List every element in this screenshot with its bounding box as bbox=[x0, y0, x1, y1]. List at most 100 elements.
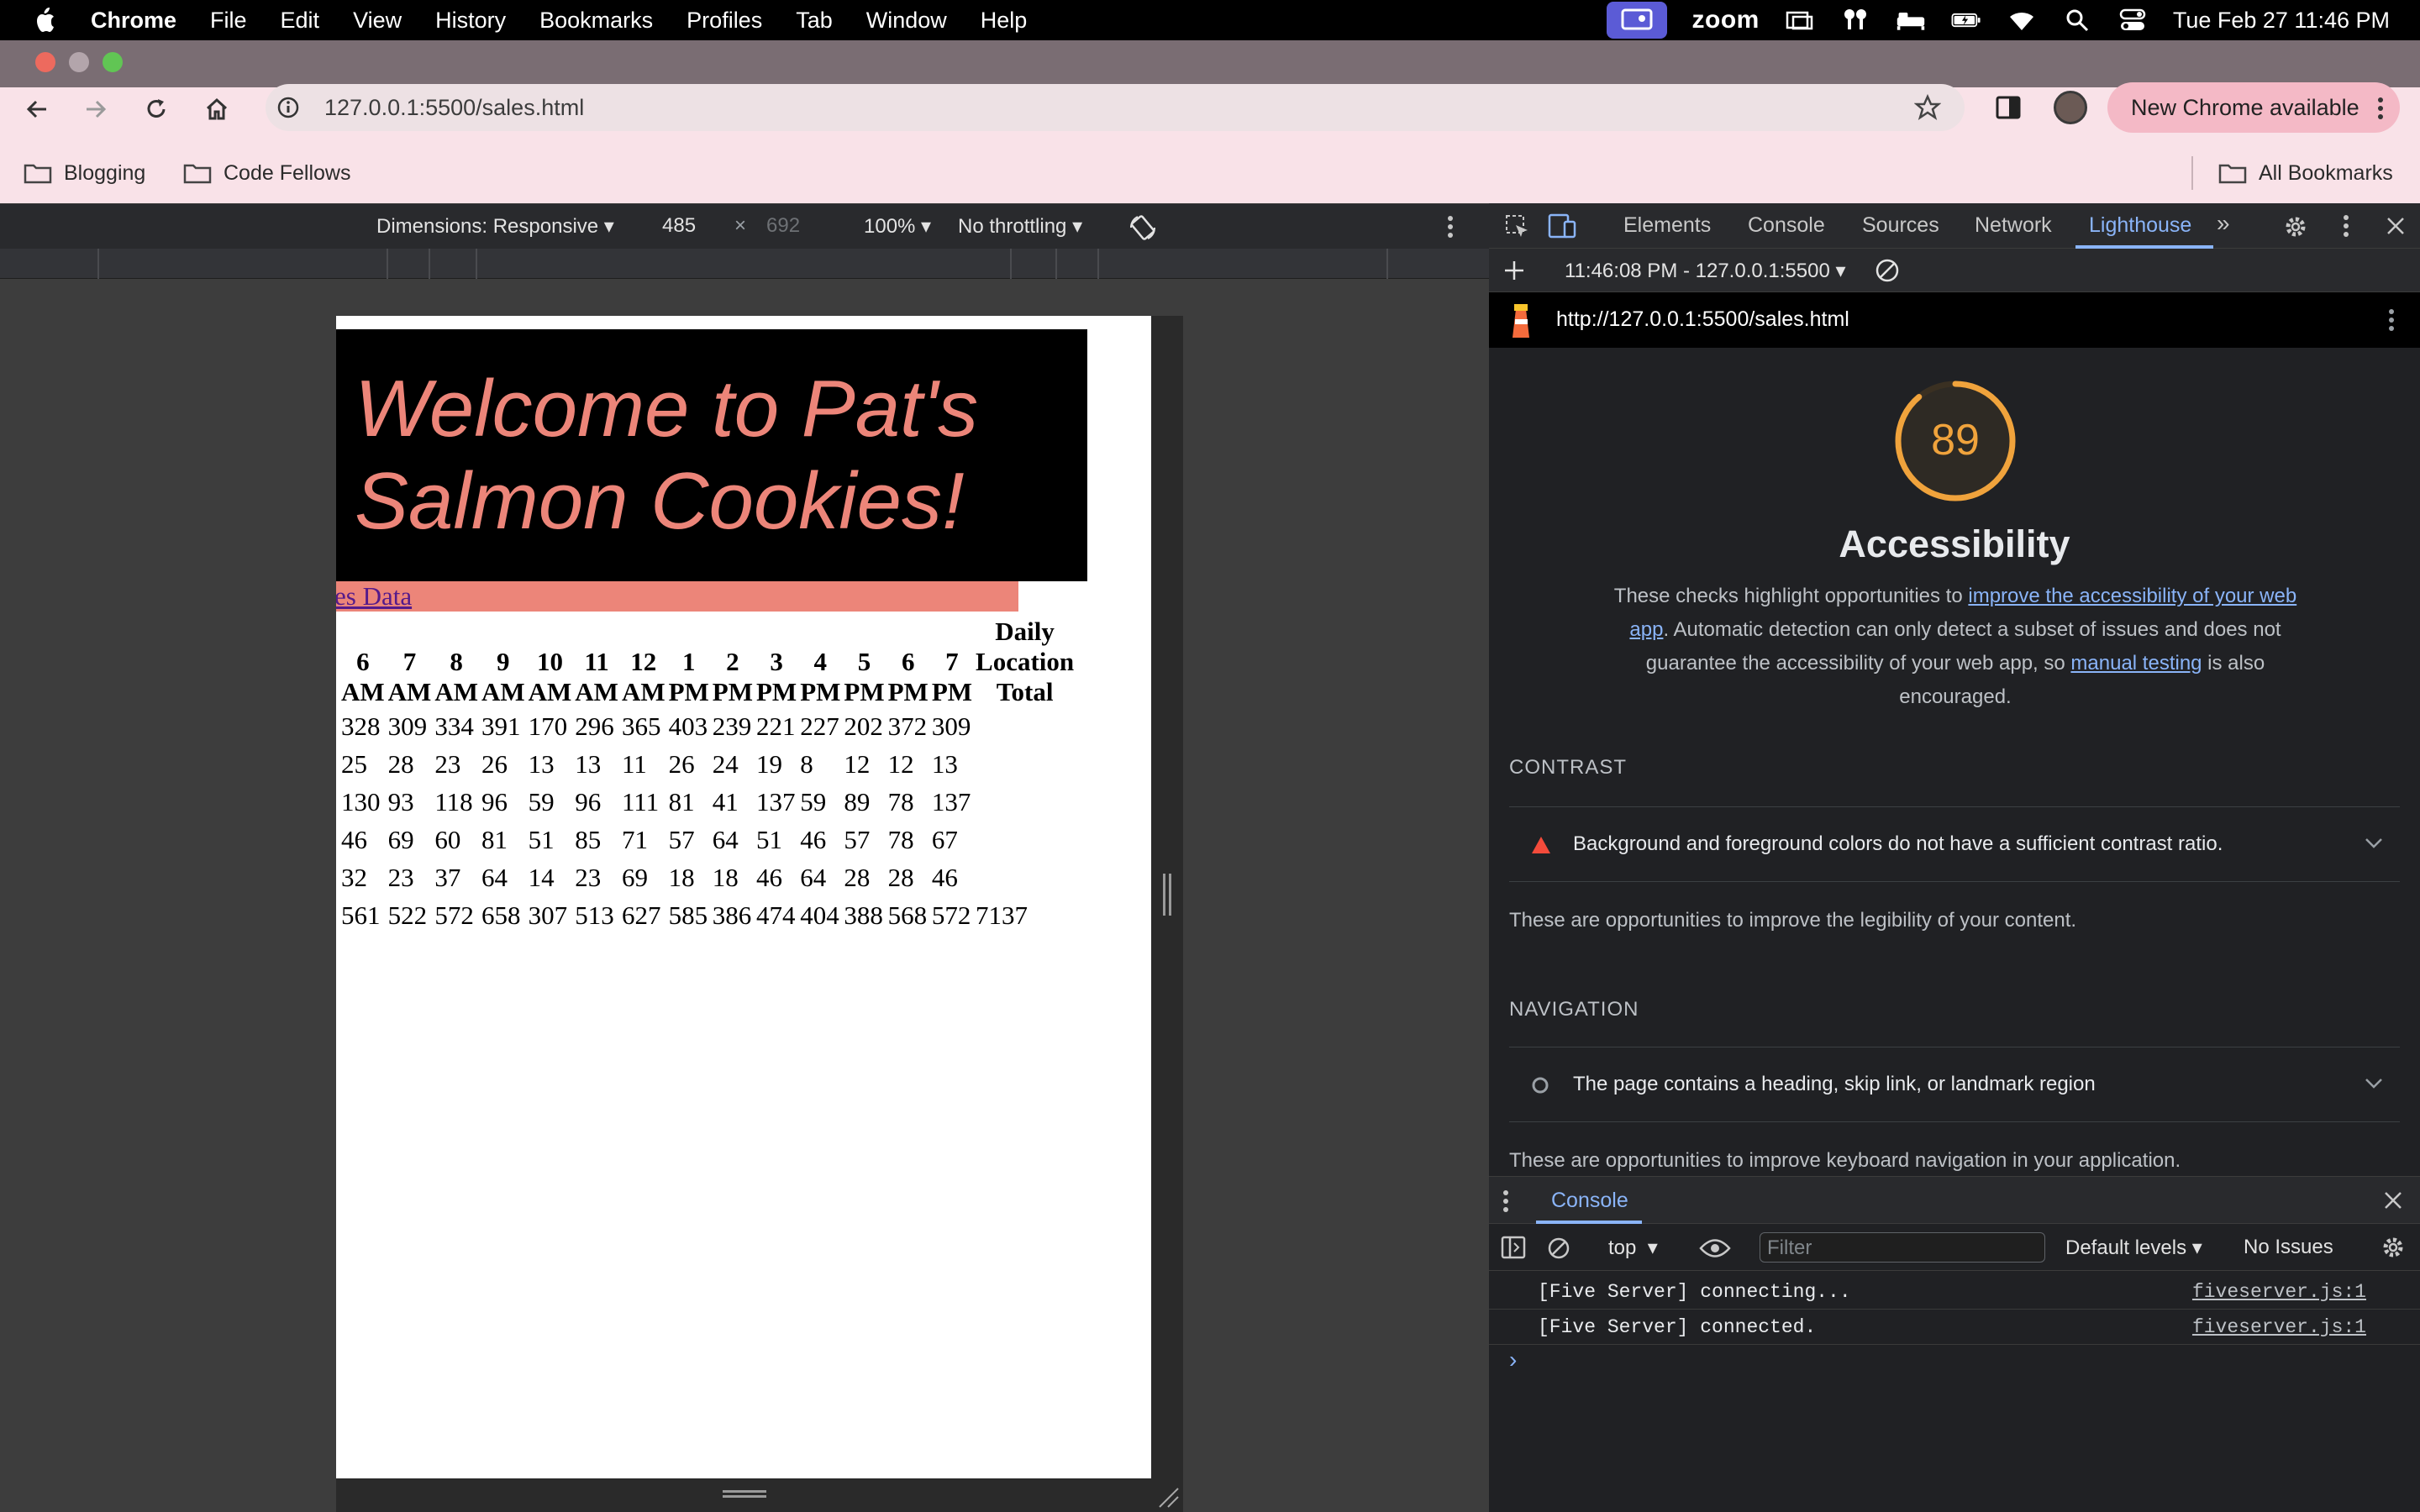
tab-lighthouse[interactable]: Lighthouse bbox=[2089, 213, 2191, 238]
back-button[interactable] bbox=[18, 91, 55, 128]
menu-history[interactable]: History bbox=[435, 8, 506, 34]
menu-edit[interactable]: Edit bbox=[281, 8, 320, 34]
update-chrome-button[interactable]: New Chrome available bbox=[2107, 82, 2400, 133]
clear-console-icon[interactable] bbox=[1546, 1236, 1571, 1261]
hour-header-text: AM bbox=[575, 677, 618, 706]
console-drawer: Console top ▾ Filter Default levels ▾ No… bbox=[1489, 1176, 2420, 1512]
spotlight-search-icon[interactable] bbox=[2062, 8, 2092, 33]
dimensions-select[interactable]: Dimensions: Responsive ▾ bbox=[376, 214, 614, 239]
close-devtools-icon[interactable] bbox=[2385, 215, 2407, 237]
clear-reports-icon[interactable] bbox=[1874, 257, 1901, 284]
hour-header-text: PM bbox=[756, 677, 797, 706]
wifi-icon[interactable] bbox=[2007, 8, 2037, 33]
log-levels-label: Default levels bbox=[2065, 1236, 2187, 1259]
menu-bookmarks[interactable]: Bookmarks bbox=[539, 8, 653, 34]
address-bar[interactable]: 127.0.0.1:5500/sales.html bbox=[266, 84, 1965, 131]
menu-app-name[interactable]: Chrome bbox=[91, 8, 176, 34]
tab-console[interactable]: Console bbox=[1748, 213, 1825, 238]
contrast-audit-row[interactable]: Background and foreground colors do not … bbox=[1509, 806, 2400, 882]
throttling-select[interactable]: No throttling ▾ bbox=[958, 214, 1082, 239]
context-select[interactable]: top ▾ bbox=[1608, 1236, 1658, 1260]
site-info-icon[interactable] bbox=[276, 95, 301, 120]
menu-view[interactable]: View bbox=[353, 8, 402, 34]
manual-testing-link[interactable]: manual testing bbox=[2070, 652, 2202, 675]
console-prompt[interactable]: › bbox=[1509, 1347, 1517, 1373]
side-panel-icon[interactable] bbox=[1995, 94, 2022, 121]
viewport-resize-handle-right[interactable] bbox=[1151, 316, 1183, 1478]
menu-file[interactable]: File bbox=[210, 8, 247, 34]
table-cell: 64 bbox=[481, 863, 508, 892]
table-cell: 64 bbox=[800, 863, 827, 892]
forward-button[interactable] bbox=[77, 91, 114, 128]
log-source-link[interactable]: fiveserver.js:1 bbox=[2192, 1316, 2366, 1338]
settings-gear-icon[interactable] bbox=[2282, 213, 2309, 240]
profile-avatar[interactable] bbox=[2054, 91, 2087, 124]
more-tabs-icon[interactable]: » bbox=[2217, 210, 2230, 237]
zoom-window-button[interactable] bbox=[103, 52, 123, 72]
chevron-down-icon bbox=[2365, 838, 2382, 848]
hour-header-text: PM bbox=[931, 677, 973, 706]
bookmark-blogging[interactable]: Blogging bbox=[24, 156, 145, 190]
sales-data-link[interactable]: es Data bbox=[336, 581, 412, 612]
tab-elements[interactable]: Elements bbox=[1623, 213, 1711, 238]
resize-corner-icon[interactable] bbox=[1156, 1485, 1180, 1509]
log-source-link[interactable]: fiveserver.js:1 bbox=[2192, 1281, 2366, 1303]
navigation-heading: NAVIGATION bbox=[1509, 998, 1639, 1021]
hour-header: 5 PM bbox=[842, 617, 886, 707]
navigation-audit-row[interactable]: The page contains a heading, skip link, … bbox=[1509, 1047, 2400, 1122]
table-cell: 23 bbox=[575, 863, 602, 892]
device-toolbar-more-icon[interactable] bbox=[1445, 214, 1455, 239]
airpods-icon[interactable] bbox=[1840, 8, 1870, 33]
log-message: [Five Server] connected. bbox=[1538, 1316, 1817, 1338]
page-header: Welcome to Pat's Salmon Cookies! bbox=[336, 329, 1087, 581]
media-query-ruler[interactable] bbox=[0, 249, 1489, 279]
zoom-menu-icon[interactable]: zoom bbox=[1692, 6, 1760, 34]
reload-button[interactable] bbox=[138, 91, 175, 128]
log-levels-select[interactable]: Default levels ▾ bbox=[2065, 1236, 2202, 1260]
sidebar-toggle-icon[interactable] bbox=[1501, 1236, 1526, 1259]
control-center-icon[interactable] bbox=[2118, 8, 2148, 33]
bookmark-star-icon[interactable] bbox=[1914, 94, 1941, 121]
close-window-button[interactable] bbox=[35, 52, 55, 72]
rotate-icon[interactable] bbox=[1126, 211, 1160, 244]
zoom-select[interactable]: 100% ▾ bbox=[864, 214, 931, 239]
new-report-plus-icon[interactable] bbox=[1502, 259, 1526, 282]
all-bookmarks-button[interactable]: All Bookmarks bbox=[2218, 156, 2393, 190]
report-url[interactable]: http://127.0.0.1:5500/sales.html bbox=[1556, 307, 1849, 332]
minimize-window-button[interactable] bbox=[69, 52, 89, 72]
menu-tab[interactable]: Tab bbox=[796, 8, 833, 34]
devtools-more-icon[interactable] bbox=[2341, 213, 2351, 239]
close-drawer-icon[interactable] bbox=[2383, 1190, 2403, 1210]
apple-icon[interactable] bbox=[34, 6, 59, 34]
menu-profiles[interactable]: Profiles bbox=[687, 8, 762, 34]
menu-window[interactable]: Window bbox=[866, 8, 947, 34]
bookmark-code-fellows[interactable]: Code Fellows bbox=[183, 156, 350, 190]
table-cell: 24 bbox=[712, 749, 739, 779]
console-filter-input[interactable]: Filter bbox=[1760, 1232, 2045, 1263]
battery-icon[interactable] bbox=[1951, 8, 1981, 33]
bed-icon[interactable] bbox=[1896, 8, 1926, 33]
drawer-menu-icon[interactable] bbox=[1501, 1189, 1511, 1214]
table-cell: 111 bbox=[621, 787, 660, 816]
console-settings-gear-icon[interactable] bbox=[2380, 1234, 2407, 1261]
width-input[interactable]: 485 bbox=[662, 214, 696, 238]
report-select[interactable]: 11:46:08 PM - 127.0.0.1:5500 ▾ bbox=[1565, 259, 1846, 283]
home-button[interactable] bbox=[198, 91, 235, 128]
report-menu-icon[interactable] bbox=[2386, 307, 2396, 333]
menubar-clock[interactable]: Tue Feb 27 11:46 PM bbox=[2173, 8, 2390, 34]
tab-sources[interactable]: Sources bbox=[1862, 213, 1939, 238]
drawer-tab-console[interactable]: Console bbox=[1551, 1189, 1628, 1213]
viewport-resize-handle-bottom[interactable] bbox=[336, 1478, 1183, 1512]
stage-manager-icon[interactable] bbox=[1785, 8, 1815, 33]
tab-network[interactable]: Network bbox=[1975, 213, 2052, 238]
device-toggle-icon[interactable] bbox=[1548, 212, 1578, 240]
height-input[interactable]: 692 bbox=[766, 214, 800, 238]
issues-counter[interactable]: No Issues bbox=[2244, 1236, 2333, 1259]
table-cell: 170 bbox=[528, 711, 568, 741]
table-cell: 96 bbox=[575, 787, 602, 816]
inspect-element-icon[interactable] bbox=[1504, 213, 1531, 240]
hour-header-text: 1 bbox=[681, 647, 696, 676]
live-expression-eye-icon[interactable] bbox=[1699, 1237, 1731, 1259]
screen-share-icon[interactable] bbox=[1606, 2, 1667, 39]
menu-help[interactable]: Help bbox=[981, 8, 1028, 34]
